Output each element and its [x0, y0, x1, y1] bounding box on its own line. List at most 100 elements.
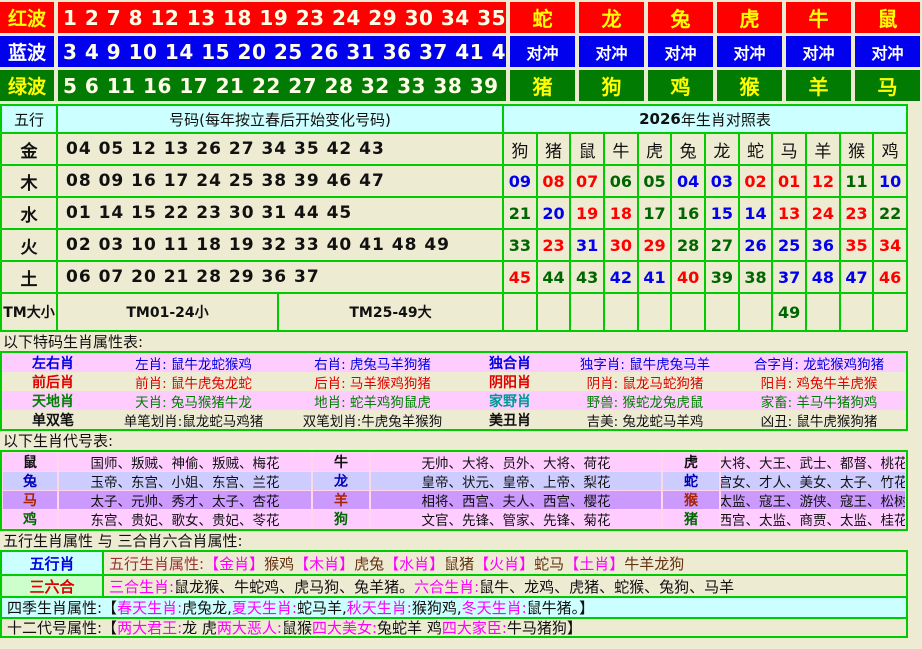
zodiac-code-animal: 牛 [313, 453, 369, 471]
zodiac-number-cell: 29 [639, 230, 671, 260]
zodiac-number-cell: 27 [706, 230, 738, 260]
zodiac-code-animal: 虎 [663, 453, 719, 471]
text-segment: 鼠牛、龙鸡、虎猪、蛇猴、兔狗、马羊 [479, 576, 734, 596]
attribute-row: 天地肖天肖: 兔马猴猪牛龙地肖: 蛇羊鸡狗鼠虎家野肖野兽: 猴蛇龙兔虎鼠家畜: … [2, 391, 906, 410]
zodiac-column-header: 鼠 [571, 134, 603, 164]
zodiac-number-cell: 23 [538, 230, 570, 260]
zodiac-number-cell: 43 [571, 262, 603, 292]
wave-color-rows: 红波1 2 7 8 12 13 18 19 23 24 29 30 34 35 … [0, 0, 922, 101]
zodiac-number-cell: 05 [639, 166, 671, 196]
zodiac-number-cell: 45 [504, 262, 536, 292]
wave-row-blue: 蓝波3 4 9 10 14 15 20 25 26 31 36 37 41 42… [0, 36, 922, 67]
text-segment: 兔蛇羊 鸡 [377, 619, 442, 636]
zodiac-number-cell [672, 294, 704, 330]
zodiac-column-header: 龙 [706, 134, 738, 164]
zodiac-code-names: 相将、西宫、夫人、西宫、樱花 [371, 491, 661, 509]
wave-zodiac-cell: 对冲 [648, 36, 713, 67]
attribute-group-label: 天地肖 [2, 391, 104, 411]
zodiac-code-names: 文官、先锋、管家、先锋、菊花 [371, 510, 661, 528]
attribute-values: 吉美: 兔龙蛇马羊鸡凶丑: 鼠牛虎猴狗猪 [558, 410, 906, 430]
zodiac-number-cell [639, 294, 671, 330]
bottom-row-content: 三合生肖: 鼠龙猴、牛蛇鸡、虎马狗、兔羊猪。 六合生肖: 鼠牛、龙鸡、虎猪、蛇猴… [104, 576, 906, 596]
wave-zodiac-cell: 猪 [510, 70, 575, 101]
zodiac-code-names: 玉帝、东宫、小姐、东宫、兰花 [59, 472, 311, 490]
zodiac-code-names: 太监、寇王、游侠、寇王、松树 [721, 491, 905, 509]
code-name-row: 兔玉帝、东宫、小姐、东宫、兰花龙皇帝、状元、皇帝、上帝、梨花蛇宫女、才人、美女、… [3, 472, 905, 490]
zodiac-number-cell: 31 [571, 230, 603, 260]
zodiac-column-header: 猪 [538, 134, 570, 164]
zodiac-number-cell [504, 294, 536, 330]
zodiac-number-cell [874, 294, 906, 330]
attribute-values: 单笔划肖:鼠龙蛇马鸡猪双笔划肖:牛虎兔羊猴狗 [104, 410, 462, 430]
attribute-values: 独字肖: 鼠牛虎兔马羊合字肖: 龙蛇猴鸡狗猪 [558, 353, 906, 373]
zodiac-column-header: 羊 [807, 134, 839, 164]
zodiac-code-animal: 马 [3, 491, 57, 509]
wave-zodiac-cell: 鸡 [648, 70, 713, 101]
text-segment: 龙 虎 [182, 619, 217, 636]
attribute-value: 天肖: 兔马猴猪牛龙 [135, 391, 252, 411]
bottom-row-content: 十二代号属性:【两大君王: 龙 虎 两大恶人: 鼠猴 四大美女: 兔蛇羊 鸡 四… [2, 619, 906, 636]
wave-numbers: 5 6 11 16 17 21 22 27 28 32 33 38 39 43 … [58, 70, 506, 101]
text-segment: 猴鸡 [264, 553, 294, 574]
zodiac-code-animal: 鼠 [3, 453, 57, 471]
text-segment: 猴狗鸡, [412, 598, 462, 617]
wave-zodiac-cell: 对冲 [786, 36, 851, 67]
attribute-row: 前后肖前肖: 鼠牛虎兔龙蛇后肖: 马羊猴鸡狗猪阴阳肖阴肖: 鼠龙马蛇狗猪阳肖: … [2, 372, 906, 391]
zodiac-number-cell: 35 [841, 230, 873, 260]
zodiac-number-cell: 34 [874, 230, 906, 260]
text-segment: 两大君王: [117, 619, 182, 636]
bottom-row: 三六合三合生肖: 鼠龙猴、牛蛇鸡、虎马狗、兔羊猪。 六合生肖: 鼠牛、龙鸡、虎猪… [2, 574, 906, 596]
tm-big-range-cell: TM25-49大 [279, 294, 502, 330]
zodiac-number-cell: 10 [874, 166, 906, 196]
text-segment: 【火肖】 [474, 553, 534, 574]
zodiac-number-cell [841, 294, 873, 330]
element-label: 木 [2, 166, 56, 196]
text-segment: 冬天生肖: [462, 598, 527, 617]
zodiac-code-animal: 猪 [663, 510, 719, 528]
zodiac-column-header: 猴 [841, 134, 873, 164]
zodiac-number-cell: 11 [841, 166, 873, 196]
zodiac-number-cell: 36 [807, 230, 839, 260]
bottom-row-label: 五行肖 [2, 552, 104, 574]
zodiac-column-header: 虎 [639, 134, 671, 164]
attribute-value: 左肖: 鼠牛龙蛇猴鸡 [135, 353, 252, 373]
zodiac-number-cell: 21 [504, 198, 536, 228]
zodiac-number-cell: 12 [807, 166, 839, 196]
attribute-value: 吉美: 兔龙蛇马羊鸡 [587, 410, 704, 430]
text-segment: 牛羊龙狗 [624, 553, 684, 574]
zodiac-number-cell: 18 [605, 198, 637, 228]
attribute-values: 阴肖: 鼠龙马蛇狗猪阳肖: 鸡兔牛羊虎猴 [558, 372, 906, 392]
attribute-group-label: 单双笔 [2, 410, 104, 430]
element-numbers: 02 03 10 11 18 19 32 33 40 41 48 49 [58, 230, 502, 260]
element-label: 水 [2, 198, 56, 228]
zodiac-code-names: 大将、大王、武士、都督、桃花 [721, 453, 905, 471]
text-segment: 【土肖】 [564, 553, 624, 574]
zodiac-number-cell: 39 [706, 262, 738, 292]
zodiac-code-names: 皇帝、状元、皇帝、上帝、梨花 [371, 472, 661, 490]
zodiac-number-cell [807, 294, 839, 330]
element-numbers: 06 07 20 21 28 29 36 37 [58, 262, 502, 292]
zodiac-number-cell: 38 [740, 262, 772, 292]
zodiac-number-cell: 16 [672, 198, 704, 228]
attribute-value: 前肖: 鼠牛虎兔龙蛇 [135, 372, 252, 392]
text-segment: 五行生肖属性: [109, 553, 204, 574]
wave-label: 红波 [0, 2, 54, 33]
attribute-values: 前肖: 鼠牛虎兔龙蛇后肖: 马羊猴鸡狗猪 [104, 372, 462, 392]
zodiac-number-cell: 07 [571, 166, 603, 196]
zodiac-code-animal: 猴 [663, 491, 719, 509]
zodiac-number-cell: 28 [672, 230, 704, 260]
five-elements-header: 五行 [2, 106, 56, 132]
zodiac-number-cell: 44 [538, 262, 570, 292]
zodiac-number-cell: 02 [740, 166, 772, 196]
attribute-group-label: 美丑肖 [462, 410, 558, 430]
zodiac-number-cell [605, 294, 637, 330]
wave-zodiac-cell: 对冲 [579, 36, 644, 67]
zodiac-code-names: 无帅、大将、员外、大将、荷花 [371, 453, 661, 471]
text-segment: 夏天生肖: [232, 598, 297, 617]
zodiac-number-cell: 06 [605, 166, 637, 196]
wave-numbers: 1 2 7 8 12 13 18 19 23 24 29 30 34 35 40… [58, 2, 506, 33]
zodiac-code-names: 宫女、才人、美女、太子、竹花 [721, 472, 905, 490]
attribute-value: 阳肖: 鸡兔牛羊虎猴 [761, 372, 878, 392]
wave-label: 绿波 [0, 70, 54, 101]
zodiac-column-header: 鸡 [874, 134, 906, 164]
